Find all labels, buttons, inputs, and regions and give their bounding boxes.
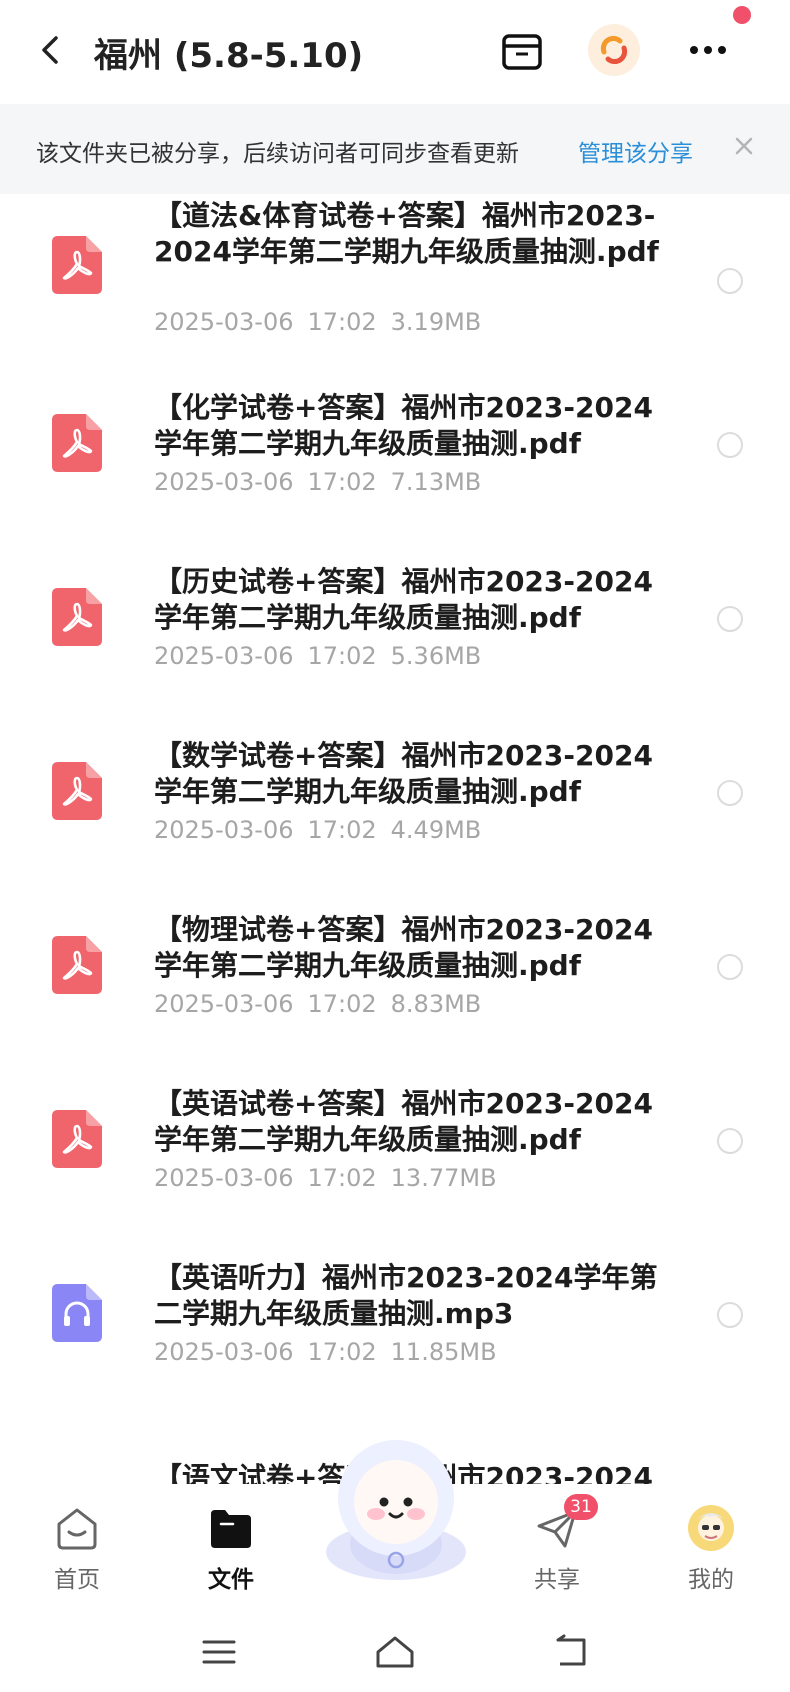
nav-item-share[interactable]: 31 共享: [502, 1494, 612, 1608]
file-name: 【数学试卷+答案】福州市2023-2024学年第二学期九年级质量抽测.pdf: [154, 739, 653, 808]
notification-dot: [733, 6, 751, 24]
archive-box-icon[interactable]: [498, 28, 546, 76]
file-row[interactable]: 【数学试卷+答案】福州市2023-2024学年第二学期九年级质量抽测.pdf 2…: [0, 738, 790, 912]
file-date: 2025-03-06: [154, 1164, 294, 1192]
file-date: 2025-03-06: [154, 990, 294, 1018]
file-time: 17:02: [307, 816, 377, 844]
file-date: 2025-03-06: [154, 1338, 294, 1366]
select-radio[interactable]: [717, 954, 743, 980]
nav-label: 文件: [208, 1567, 254, 1593]
back-nav-icon[interactable]: [546, 1630, 596, 1674]
file-meta: 2025-03-06 17:02 7.13MB: [154, 468, 481, 496]
system-nav-bar: [0, 1612, 790, 1692]
file-name: 【道法&体育试卷+答案】福州市2023-2024学年第二学期九年级质量抽测.pd…: [154, 199, 659, 268]
home-face-icon: [57, 1508, 97, 1550]
home-icon[interactable]: [370, 1630, 420, 1674]
file-meta: 2025-03-06 17:02 3.19MB: [154, 308, 481, 336]
pdf-file-icon: [52, 236, 102, 294]
select-radio[interactable]: [717, 780, 743, 806]
avatar-icon: [688, 1505, 734, 1551]
sync-icon[interactable]: [586, 22, 642, 78]
file-meta: 2025-03-06 17:02 5.36MB: [154, 642, 481, 670]
file-size: 4.49MB: [390, 816, 482, 844]
audio-file-icon: [52, 1284, 102, 1342]
file-size: 13.77MB: [390, 1164, 497, 1192]
pdf-file-icon: [52, 762, 102, 820]
file-row[interactable]: 【英语听力】福州市2023-2024学年第二学期九年级质量抽测.mp3 2025…: [0, 1260, 790, 1434]
share-banner: 该文件夹已被分享，后续访问者可同步查看更新 管理该分享: [0, 104, 790, 194]
file-time: 17:02: [307, 642, 377, 670]
app-header: 福州 (5.8-5.10): [0, 0, 790, 104]
nav-item-home[interactable]: 首页: [22, 1498, 132, 1608]
page-title: 福州 (5.8-5.10): [94, 36, 364, 76]
nav-label: 首页: [54, 1567, 100, 1593]
file-name: 【物理试卷+答案】福州市2023-2024学年第二学期九年级质量抽测.pdf: [154, 913, 653, 982]
file-name: 【历史试卷+答案】福州市2023-2024学年第二学期九年级质量抽测.pdf: [154, 565, 653, 634]
file-time: 17:02: [307, 308, 377, 336]
share-badge: 31: [564, 1494, 598, 1520]
file-size: 8.83MB: [390, 990, 482, 1018]
file-size: 11.85MB: [390, 1338, 497, 1366]
file-date: 2025-03-06: [154, 642, 294, 670]
file-size: 3.19MB: [390, 308, 482, 336]
nav-label: 我的: [688, 1567, 734, 1593]
file-date: 2025-03-06: [154, 816, 294, 844]
file-row[interactable]: 【英语试卷+答案】福州市2023-2024学年第二学期九年级质量抽测.pdf 2…: [0, 1086, 790, 1260]
select-radio[interactable]: [717, 1302, 743, 1328]
file-date: 2025-03-06: [154, 308, 294, 336]
file-size: 5.36MB: [390, 642, 482, 670]
manage-share-link[interactable]: 管理该分享: [578, 134, 693, 168]
select-radio[interactable]: [717, 432, 743, 458]
file-time: 17:02: [307, 1338, 377, 1366]
nav-item-me[interactable]: 我的: [656, 1498, 766, 1608]
file-row[interactable]: 【道法&体育试卷+答案】福州市2023-2024学年第二学期九年级质量抽测.pd…: [0, 194, 790, 368]
select-radio[interactable]: [717, 606, 743, 632]
pdf-file-icon: [52, 414, 102, 472]
file-date: 2025-03-06: [154, 468, 294, 496]
file-time: 17:02: [307, 468, 377, 496]
pdf-file-icon: [52, 1110, 102, 1168]
assistant-mascot-icon[interactable]: [318, 1434, 474, 1584]
file-meta: 2025-03-06 17:02 13.77MB: [154, 1164, 497, 1192]
more-icon[interactable]: [682, 30, 734, 70]
file-name: 【英语听力】福州市2023-2024学年第二学期九年级质量抽测.mp3: [154, 1261, 658, 1330]
file-meta: 2025-03-06 17:02 4.49MB: [154, 816, 481, 844]
nav-item-files[interactable]: 文件: [176, 1498, 286, 1608]
file-name: 【化学试卷+答案】福州市2023-2024学年第二学期九年级质量抽测.pdf: [154, 391, 653, 460]
file-name: 【英语试卷+答案】福州市2023-2024学年第二学期九年级质量抽测.pdf: [154, 1087, 653, 1156]
file-list: 【道法&体育试卷+答案】福州市2023-2024学年第二学期九年级质量抽测.pd…: [0, 194, 790, 1484]
file-meta: 2025-03-06 17:02 11.85MB: [154, 1338, 497, 1366]
file-row[interactable]: 【物理试卷+答案】福州市2023-2024学年第二学期九年级质量抽测.pdf 2…: [0, 912, 790, 1086]
file-row[interactable]: 【历史试卷+答案】福州市2023-2024学年第二学期九年级质量抽测.pdf 2…: [0, 564, 790, 738]
file-meta: 2025-03-06 17:02 8.83MB: [154, 990, 481, 1018]
folder-icon: [211, 1510, 251, 1548]
file-row[interactable]: 【化学试卷+答案】福州市2023-2024学年第二学期九年级质量抽测.pdf 2…: [0, 390, 790, 564]
file-time: 17:02: [307, 1164, 377, 1192]
menu-icon[interactable]: [194, 1630, 244, 1674]
pdf-file-icon: [52, 588, 102, 646]
file-size: 7.13MB: [390, 468, 482, 496]
pdf-file-icon: [52, 936, 102, 994]
share-banner-text: 该文件夹已被分享，后续访问者可同步查看更新: [36, 141, 519, 167]
select-radio[interactable]: [717, 1128, 743, 1154]
select-radio[interactable]: [717, 268, 743, 294]
close-icon[interactable]: [730, 132, 758, 160]
back-icon[interactable]: [30, 30, 70, 70]
file-time: 17:02: [307, 990, 377, 1018]
nav-label: 共享: [534, 1567, 580, 1593]
